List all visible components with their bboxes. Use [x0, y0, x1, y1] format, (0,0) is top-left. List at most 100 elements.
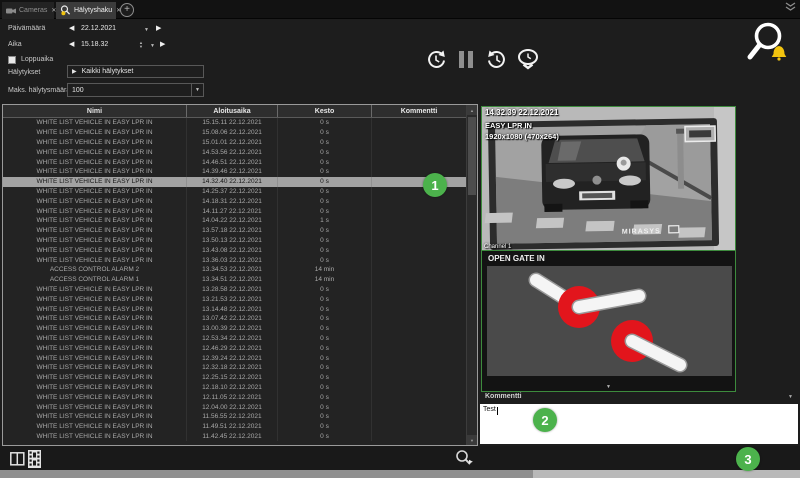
row-duration: 0 s [278, 118, 372, 128]
row-start-time: 13.43.08 22.12.2021 [187, 245, 278, 255]
table-row[interactable]: WHITE LIST VEHICLE IN EASY LPR IN 14.18.… [3, 196, 466, 206]
date-value[interactable]: 22.12.2021 [81, 25, 116, 32]
tab-alarm-search[interactable]: Hälytyshaku ✕ [56, 2, 116, 19]
tab-bar: Cameras ✕ Hälytyshaku ✕ + [0, 0, 800, 19]
table-row[interactable]: WHITE LIST VEHICLE IN EASY LPR IN 14.25.… [3, 187, 466, 197]
table-row[interactable]: WHITE LIST VEHICLE IN EASY LPR IN 15.08.… [3, 128, 466, 138]
table-row[interactable]: WHITE LIST VEHICLE IN EASY LPR IN 13.00.… [3, 324, 466, 334]
row-start-time: 14.46.51 22.12.2021 [187, 157, 278, 167]
table-row[interactable]: WHITE LIST VEHICLE IN EASY LPR IN 12.04.… [3, 402, 466, 412]
scroll-down-icon[interactable]: ▼ [467, 435, 477, 445]
row-comment [372, 147, 466, 157]
row-duration: 0 s [278, 128, 372, 138]
tab-overflow-icon[interactable] [785, 2, 796, 12]
tab-cameras[interactable]: Cameras ✕ [2, 2, 54, 19]
date-dropdown-icon[interactable]: ▼ [144, 27, 149, 33]
row-start-time: 12.18.10 22.12.2021 [187, 383, 278, 393]
endtime-label: Loppuaika [21, 56, 53, 63]
table-row[interactable]: WHITE LIST VEHICLE IN EASY LPR IN 13.43.… [3, 245, 466, 255]
alarm-table-body: WHITE LIST VEHICLE IN EASY LPR IN 15.15.… [3, 118, 466, 445]
step-back-time-button[interactable] [425, 49, 447, 71]
layout-view-button[interactable] [10, 452, 25, 466]
date-next-button[interactable]: ▶ [156, 25, 161, 33]
column-header-kesto[interactable]: Kesto [278, 105, 372, 117]
table-row[interactable]: WHITE LIST VEHICLE IN EASY LPR IN 13.21.… [3, 294, 466, 304]
row-duration: 0 s [278, 412, 372, 422]
new-tab-button[interactable]: + [120, 3, 134, 17]
row-comment [372, 157, 466, 167]
row-start-time: 13.50.13 22.12.2021 [187, 236, 278, 246]
table-row[interactable]: WHITE LIST VEHICLE IN EASY LPR IN 14.53.… [3, 147, 466, 157]
row-comment [372, 177, 466, 187]
table-row[interactable]: WHITE LIST VEHICLE IN EASY LPR IN 13.14.… [3, 304, 466, 314]
jump-to-latest-button[interactable] [516, 49, 540, 71]
time-spinner[interactable]: ▲ ▼ [139, 41, 143, 49]
table-row[interactable]: ACCESS CONTROL ALARM 1 13.34.51 22.12.20… [3, 275, 466, 285]
max-alarms-combobox[interactable]: 100 ▼ [67, 83, 204, 97]
row-duration: 0 s [278, 138, 372, 148]
table-row[interactable]: WHITE LIST VEHICLE IN EASY LPR IN 13.28.… [3, 285, 466, 295]
date-prev-button[interactable]: ◀ [69, 25, 74, 33]
play-search-icon[interactable]: ▶ [469, 459, 473, 465]
table-row[interactable]: WHITE LIST VEHICLE IN EASY LPR IN 14.46.… [3, 157, 466, 167]
table-row[interactable]: WHITE LIST VEHICLE IN EASY LPR IN 15.01.… [3, 138, 466, 148]
table-row[interactable]: WHITE LIST VEHICLE IN EASY LPR IN 11.49.… [3, 422, 466, 432]
table-row[interactable]: WHITE LIST VEHICLE IN EASY LPR IN 11.56.… [3, 412, 466, 422]
scroll-up-icon[interactable]: ▲ [467, 105, 477, 115]
column-header-nimi[interactable]: Nimi [3, 105, 187, 117]
table-row[interactable]: WHITE LIST VEHICLE IN EASY LPR IN 14.39.… [3, 167, 466, 177]
table-row[interactable]: WHITE LIST VEHICLE IN EASY LPR IN 12.39.… [3, 353, 466, 363]
time-next-button[interactable]: ▶ [160, 41, 165, 49]
table-row[interactable]: WHITE LIST VEHICLE IN EASY LPR IN 12.18.… [3, 383, 466, 393]
annotation-badge-2: 2 [533, 408, 557, 432]
row-duration: 0 s [278, 422, 372, 432]
chevron-down-icon[interactable]: ▼ [191, 84, 203, 96]
table-row[interactable]: WHITE LIST VEHICLE IN EASY LPR IN 12.25.… [3, 373, 466, 383]
camera-preview[interactable]: MIRASYS 14.32.39 22.12.2021 EASY LPR IN … [481, 106, 736, 251]
expand-chevron-icon[interactable]: ▼ [482, 384, 735, 390]
table-row[interactable]: WHITE LIST VEHICLE IN EASY LPR IN 14.11.… [3, 206, 466, 216]
step-forward-time-button[interactable] [486, 49, 508, 71]
row-comment [372, 245, 466, 255]
table-row[interactable]: WHITE LIST VEHICLE IN EASY LPR IN 13.36.… [3, 255, 466, 265]
table-row[interactable]: WHITE LIST VEHICLE IN EASY LPR IN 12.11.… [3, 392, 466, 402]
time-prev-button[interactable]: ◀ [69, 41, 74, 49]
time-dropdown-icon[interactable]: ▼ [150, 43, 155, 49]
gate-graphic[interactable] [487, 266, 732, 376]
endtime-checkbox[interactable] [8, 56, 16, 64]
table-row[interactable]: WHITE LIST VEHICLE IN EASY LPR IN 13.57.… [3, 226, 466, 236]
table-row[interactable]: WHITE LIST VEHICLE IN EASY LPR IN 11.42.… [3, 432, 466, 442]
table-row[interactable]: WHITE LIST VEHICLE IN EASY LPR IN 14.04.… [3, 216, 466, 226]
row-name: WHITE LIST VEHICLE IN EASY LPR IN [3, 304, 187, 314]
row-start-time: 13.34.53 22.12.2021 [187, 265, 278, 275]
table-row[interactable]: WHITE LIST VEHICLE IN EASY LPR IN 13.07.… [3, 314, 466, 324]
time-value[interactable]: 15.18.32 [81, 41, 108, 48]
chevron-down-icon[interactable]: ▼ [788, 394, 793, 400]
comment-input[interactable]: Test [480, 404, 798, 444]
row-start-time: 13.28.58 22.12.2021 [187, 285, 278, 295]
row-duration: 0 s [278, 324, 372, 334]
row-duration: 0 s [278, 206, 372, 216]
table-scrollbar[interactable]: ▲ ▼ [466, 105, 477, 445]
filmstrip-view-button[interactable] [28, 450, 41, 468]
alarms-select[interactable]: ▶ Kaikki hälytykset [67, 65, 204, 78]
column-header-aloitusaika[interactable]: Aloitusaika [187, 105, 278, 117]
search-alarms-button[interactable] [746, 21, 794, 65]
table-row[interactable]: WHITE LIST VEHICLE IN EASY LPR IN 12.32.… [3, 363, 466, 373]
scrollbar-thumb[interactable] [468, 117, 476, 195]
row-comment [372, 392, 466, 402]
row-name: WHITE LIST VEHICLE IN EASY LPR IN [3, 128, 187, 138]
row-name: WHITE LIST VEHICLE IN EASY LPR IN [3, 353, 187, 363]
table-row[interactable]: ACCESS CONTROL ALARM 2 13.34.53 22.12.20… [3, 265, 466, 275]
pause-button[interactable] [459, 51, 474, 68]
row-comment [372, 383, 466, 393]
table-row[interactable]: WHITE LIST VEHICLE IN EASY LPR IN 15.15.… [3, 118, 466, 128]
table-row[interactable]: WHITE LIST VEHICLE IN EASY LPR IN 14.32.… [3, 177, 466, 187]
row-name: WHITE LIST VEHICLE IN EASY LPR IN [3, 422, 187, 432]
row-name: WHITE LIST VEHICLE IN EASY LPR IN [3, 118, 187, 128]
row-name: WHITE LIST VEHICLE IN EASY LPR IN [3, 216, 187, 226]
table-row[interactable]: WHITE LIST VEHICLE IN EASY LPR IN 13.50.… [3, 236, 466, 246]
column-header-kommentti[interactable]: Kommentti [372, 105, 466, 117]
table-row[interactable]: WHITE LIST VEHICLE IN EASY LPR IN 12.46.… [3, 343, 466, 353]
table-row[interactable]: WHITE LIST VEHICLE IN EASY LPR IN 12.53.… [3, 334, 466, 344]
